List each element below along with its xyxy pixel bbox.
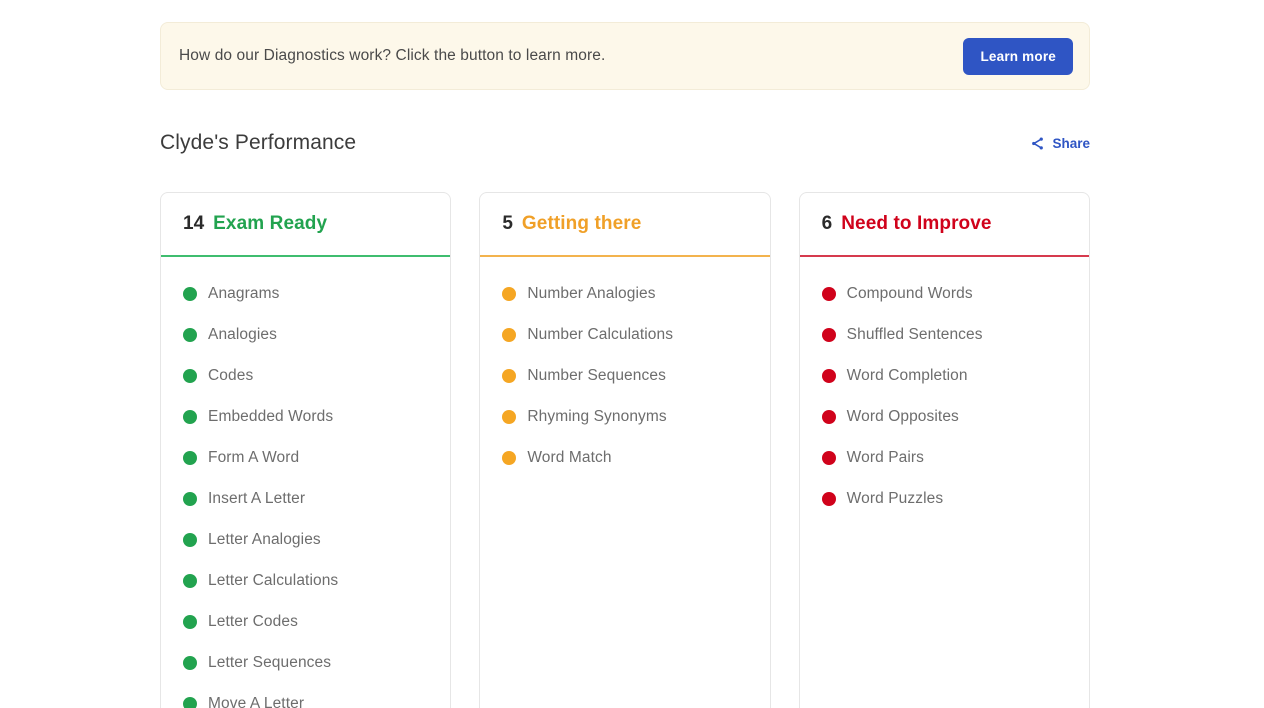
page-root: How do our Diagnostics work? Click the b… — [0, 0, 1264, 708]
list-item-label: Form A Word — [208, 448, 300, 466]
list-item[interactable]: Analogies — [161, 314, 450, 355]
card-label: Need to Improve — [841, 213, 992, 234]
list-item[interactable]: Codes — [161, 355, 450, 396]
list-item-label: Embedded Words — [208, 407, 334, 425]
card-header: 6 Need to Improve — [800, 193, 1089, 255]
card-topic-list: Compound Words Shuffled Sentences Word C… — [800, 257, 1089, 708]
page-title: Clyde's Performance — [160, 131, 357, 154]
status-dot-amber — [502, 327, 517, 342]
list-item-label: Move A Letter — [208, 694, 305, 708]
status-dot-red — [821, 491, 836, 506]
list-item-label: Number Calculations — [527, 325, 674, 343]
status-dot-red — [821, 327, 836, 342]
status-dot-green — [183, 532, 197, 547]
list-item[interactable]: Letter Calculations — [161, 560, 450, 601]
list-item[interactable]: Word Pairs — [800, 437, 1089, 478]
card-count: 14 — [183, 213, 205, 234]
list-item-label: Letter Codes — [208, 612, 298, 630]
status-dot-red — [821, 368, 836, 383]
card-getting-there: 5 Getting there Number Analogies Number … — [479, 192, 771, 708]
list-item-label: Shuffled Sentences — [846, 325, 983, 343]
learn-more-button[interactable]: Learn more — [963, 37, 1073, 75]
list-item-label: Letter Calculations — [208, 571, 339, 589]
list-item[interactable]: Compound Words — [800, 273, 1089, 314]
list-item-label: Letter Sequences — [208, 653, 332, 671]
status-dot-green — [183, 409, 197, 424]
performance-card-group: 14 Exam Ready Anagrams Analogies Codes E… — [160, 192, 1090, 708]
card-header: 5 Getting there — [480, 193, 769, 255]
list-item-label: Codes — [208, 366, 254, 384]
list-item-label: Analogies — [208, 325, 277, 343]
status-dot-green — [183, 655, 197, 670]
share-label: Share — [1052, 135, 1090, 151]
list-item-label: Insert A Letter — [208, 489, 306, 507]
banner-message: How do our Diagnostics work? Click the b… — [179, 47, 606, 64]
card-exam-ready: 14 Exam Ready Anagrams Analogies Codes E… — [160, 192, 452, 708]
status-dot-red — [821, 450, 836, 465]
list-item[interactable]: Word Opposites — [800, 396, 1089, 437]
status-dot-green — [183, 450, 197, 465]
card-label: Exam Ready — [213, 213, 328, 234]
status-dot-amber — [502, 286, 517, 301]
card-topic-list: Anagrams Analogies Codes Embedded Words … — [161, 257, 450, 708]
list-item[interactable]: Anagrams — [161, 273, 450, 314]
status-dot-green — [183, 327, 197, 342]
card-label: Getting there — [521, 213, 642, 234]
list-item-label: Word Opposites — [846, 407, 959, 425]
list-item[interactable]: Word Puzzles — [800, 478, 1089, 519]
list-item[interactable]: Number Calculations — [480, 314, 769, 355]
list-item-label: Word Puzzles — [846, 489, 944, 507]
list-item[interactable]: Embedded Words — [161, 396, 450, 437]
list-item-label: Rhyming Synonyms — [527, 407, 667, 425]
list-item[interactable]: Shuffled Sentences — [800, 314, 1089, 355]
share-button[interactable]: Share — [1030, 136, 1090, 151]
status-dot-green — [183, 368, 197, 383]
list-item-label: Number Analogies — [527, 284, 656, 302]
status-dot-amber — [502, 450, 517, 465]
card-count: 5 — [502, 213, 513, 234]
list-item[interactable]: Letter Analogies — [161, 519, 450, 560]
status-dot-amber — [502, 368, 517, 383]
card-count: 6 — [821, 213, 833, 234]
status-dot-green — [183, 696, 197, 708]
status-dot-amber — [502, 409, 517, 424]
card-header: 14 Exam Ready — [161, 193, 450, 255]
status-dot-green — [183, 573, 197, 588]
list-item[interactable]: Move A Letter — [161, 683, 450, 708]
status-dot-green — [183, 614, 197, 629]
list-item[interactable]: Number Sequences — [480, 355, 769, 396]
list-item-label: Number Sequences — [527, 366, 666, 384]
list-item[interactable]: Letter Codes — [161, 601, 450, 642]
card-topic-list: Number Analogies Number Calculations Num… — [480, 257, 769, 708]
list-item-label: Word Completion — [846, 366, 968, 384]
list-item-label: Compound Words — [846, 284, 973, 302]
list-item[interactable]: Word Completion — [800, 355, 1089, 396]
status-dot-red — [821, 409, 836, 424]
performance-section-header: Clyde's Performance Share — [160, 126, 1090, 160]
list-item-label: Word Match — [527, 448, 612, 466]
list-item[interactable]: Number Analogies — [480, 273, 769, 314]
status-dot-green — [183, 491, 197, 506]
status-dot-red — [821, 286, 836, 301]
diagnostics-info-banner: How do our Diagnostics work? Click the b… — [160, 22, 1090, 90]
share-icon — [1030, 136, 1045, 151]
list-item[interactable]: Insert A Letter — [161, 478, 450, 519]
list-item[interactable]: Rhyming Synonyms — [480, 396, 769, 437]
list-item-label: Word Pairs — [846, 448, 925, 466]
list-item-label: Letter Analogies — [208, 530, 321, 548]
list-item[interactable]: Word Match — [480, 437, 769, 478]
list-item[interactable]: Form A Word — [161, 437, 450, 478]
card-need-to-improve: 6 Need to Improve Compound Words Shuffle… — [798, 192, 1090, 708]
status-dot-green — [183, 286, 197, 301]
list-item-label: Anagrams — [208, 284, 280, 302]
list-item[interactable]: Letter Sequences — [161, 642, 450, 683]
